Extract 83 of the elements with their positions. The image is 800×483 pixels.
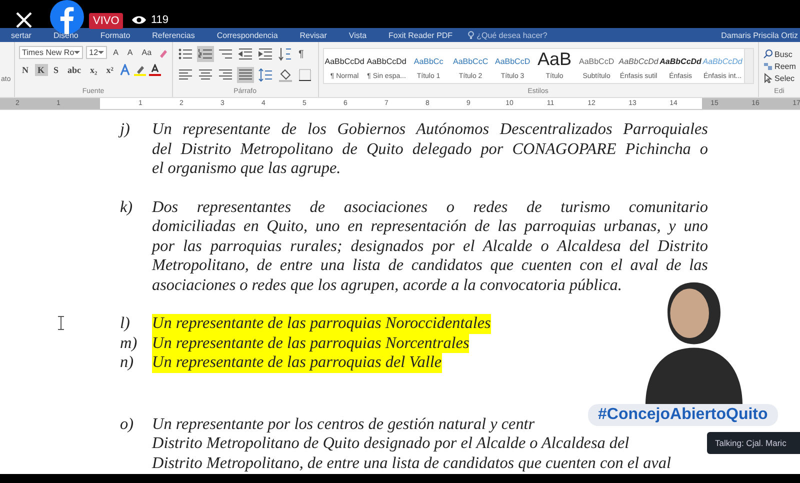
font-button[interactable]: S <box>50 64 62 76</box>
font-size-dropdown[interactable]: 12 <box>86 46 108 59</box>
font-button[interactable]: abc <box>64 64 84 76</box>
decrease-indent-icon <box>238 47 253 61</box>
text-line: Un representante por los centros de gestión natural y centr <box>152 414 535 434</box>
line-spacing-button[interactable] <box>256 67 274 83</box>
border-icon <box>298 68 313 82</box>
text-line: del Distrito Metropolitano de Quito delegado por CONAGOPARE Pichincha o <box>152 140 708 159</box>
sort-icon <box>278 47 293 61</box>
text-line: domiciliadas en Quito, uno en representación de las parroquias urbanas, y uno <box>152 217 708 236</box>
numbered-list-button[interactable] <box>196 46 214 62</box>
ribbon-tab[interactable]: Vista <box>338 30 378 40</box>
font-button[interactable]: A <box>110 47 122 58</box>
font-button[interactable]: x₂ <box>87 64 100 76</box>
editing-button[interactable]: Reem <box>762 61 796 71</box>
text-effects-icon[interactable] <box>119 64 132 76</box>
list-marker: l) <box>120 314 131 334</box>
text-line: Metropolitano, de entre una lista de candidatos que cuenten con el aval de las <box>152 256 708 276</box>
font-button[interactable]: Aa <box>138 47 155 58</box>
editing-button[interactable]: Selec <box>762 73 796 83</box>
highlighter-icon[interactable] <box>134 64 146 76</box>
decrease-indent-button[interactable] <box>236 46 254 62</box>
list-marker: o) <box>120 414 134 434</box>
increase-indent-button[interactable] <box>256 46 274 62</box>
numbered-list-icon <box>198 47 213 61</box>
bulleted-list-button[interactable] <box>176 46 194 62</box>
editing-button[interactable]: Busc <box>762 49 796 59</box>
list-marker: m) <box>120 334 138 353</box>
bulleted-list-icon <box>178 47 193 61</box>
text-line: por las parroquias rurales; designados por el Alcalde o Alcaldesa del Distrito <box>152 236 708 256</box>
replace-icon <box>762 61 773 71</box>
gallery-scrollbar[interactable] <box>744 49 753 83</box>
justify-icon <box>238 68 253 82</box>
line-spacing-icon <box>258 68 273 82</box>
close-icon[interactable] <box>15 11 33 29</box>
text-line: Distrito Metropolitano de Quito designado por el Alcalde o Alcaldesa del <box>152 434 630 454</box>
live-badge: VIVO <box>89 13 124 29</box>
show-marks-button[interactable]: ¶ <box>296 48 306 60</box>
text-line: Distrito Metropolitano, de entre una lista de candidatos que cuenten con el aval <box>152 454 671 473</box>
eye-icon <box>131 15 147 25</box>
justify-button[interactable] <box>236 67 254 83</box>
text-line: el organismo que las agrupe. <box>152 159 342 178</box>
increase-indent-icon <box>258 47 273 61</box>
multilevel-list-icon <box>218 47 233 61</box>
text-line: asociaciones o redes que los agrupen, acorde a la convocatoria pública. <box>152 276 623 295</box>
caret-icon <box>98 50 104 55</box>
search-icon <box>762 49 773 59</box>
align-center-icon <box>198 68 213 82</box>
lightbulb-icon <box>468 31 474 39</box>
viewer-count: 119 <box>151 14 169 26</box>
align-right-icon <box>218 68 233 82</box>
font-color-icon[interactable] <box>149 64 162 76</box>
ribbon-tab[interactable]: Diseño <box>42 30 90 40</box>
user-name: Damaris Priscila Ortiz <box>721 30 799 40</box>
ribbon-tab[interactable]: sertar <box>0 30 42 40</box>
facebook-logo-icon <box>50 0 84 34</box>
ribbon-tab[interactable]: Revisar <box>288 30 338 40</box>
list-marker: n) <box>120 353 134 372</box>
sort-button[interactable] <box>276 46 294 62</box>
paint-bucket-icon <box>278 68 293 82</box>
ribbon-tab[interactable]: Correspondencia <box>206 30 289 40</box>
list-marker: j) <box>120 120 131 140</box>
align-left-icon <box>178 68 193 82</box>
paint-bucket-button[interactable] <box>276 67 294 83</box>
font-button[interactable]: x² <box>103 64 116 76</box>
ribbon-tab[interactable]: Foxit Reader PDF <box>378 30 464 40</box>
ribbon-tab[interactable]: Formato <box>89 30 142 40</box>
clear-format-icon <box>158 48 168 58</box>
font-button[interactable]: N <box>19 64 32 76</box>
hashtag-banner: #ConcejoAbiertoQuito <box>588 404 778 426</box>
border-button[interactable] <box>296 67 314 83</box>
text-line: Un representante de los Gobiernos Autónomos Descentralizados Parroquiales <box>152 120 708 140</box>
font-button[interactable]: A <box>124 47 136 58</box>
speaker-caption: Talking: Cjal. Maric <box>707 432 800 454</box>
font-button[interactable]: K <box>34 64 48 76</box>
tell-me-search[interactable]: ¿Qué desea hacer? <box>476 30 548 40</box>
cursor-arrow-icon <box>762 73 773 83</box>
text-line: Dos representantes de asociaciones o redes de turismo comunitario <box>152 198 708 217</box>
caret-icon <box>74 50 80 55</box>
text-cursor-icon <box>58 316 64 330</box>
list-marker: k) <box>120 198 134 218</box>
ribbon-tab[interactable]: Referencias <box>141 30 206 40</box>
font-name-dropdown[interactable]: Times New Ro <box>19 46 84 59</box>
